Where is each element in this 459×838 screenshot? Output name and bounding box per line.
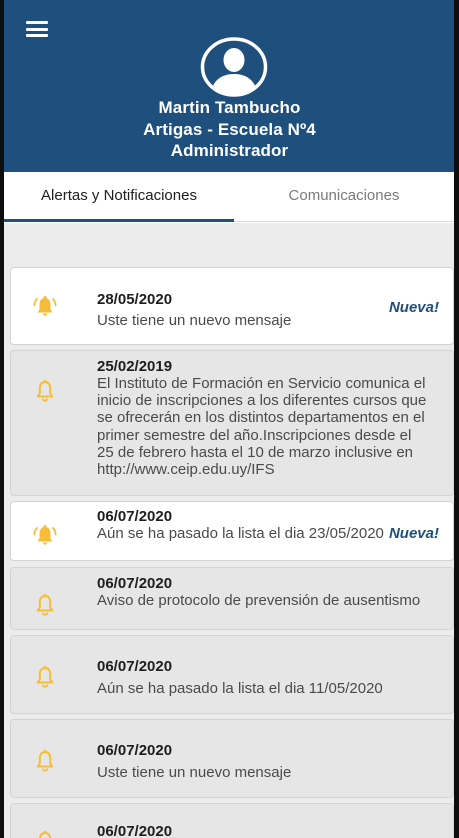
notification-item[interactable]: 06/07/2020 Aún se ha pasado la lista el … [10, 635, 454, 714]
user-name: Martin Tambucho [158, 98, 301, 117]
notification-item[interactable]: 06/07/2020 Aviso de protocolo de prevens… [10, 567, 454, 630]
notification-message: Aún se ha pasado la lista el dia 23/05/2… [97, 525, 384, 542]
notification-date: 06/07/2020 [97, 575, 173, 592]
bell-icon [36, 593, 54, 616]
notification-date: 06/07/2020 [97, 742, 173, 759]
notification-message: Aún se ha pasado la lista el dia 11/05/2… [97, 680, 383, 697]
notification-date: 25/02/2019 [97, 358, 173, 375]
bell-icon [36, 665, 54, 688]
notification-item[interactable]: 06/07/2020 [10, 803, 454, 838]
notification-item[interactable]: 25/02/2019 El Instituto de Formación en … [10, 350, 454, 496]
profile-header: Martin Tambucho Artigas - Escuela Nº4 Ad… [0, 0, 459, 172]
notification-list: 28/05/2020 Uste tiene un nuevo mensaje N… [4, 223, 454, 838]
user-avatar-icon [200, 37, 268, 97]
user-school: Artigas - Escuela Nº4 [143, 120, 316, 139]
tab-alertas-notificaciones[interactable]: Alertas y Notificaciones [4, 172, 234, 221]
bell-ringing-icon [33, 525, 57, 545]
device-frame-right [454, 0, 459, 838]
bell-icon [36, 749, 54, 772]
tab-bar: Alertas y Notificaciones Comunicaciones [4, 172, 454, 222]
notification-date: 06/07/2020 [97, 658, 173, 675]
bell-icon [36, 379, 54, 402]
device-frame-left [0, 0, 4, 838]
notification-item[interactable]: 06/07/2020 Aún se ha pasado la lista el … [10, 501, 454, 561]
notification-message: El Instituto de Formación en Servicio co… [97, 375, 427, 479]
notification-message: Uste tiene un nuevo mensaje [97, 312, 292, 329]
notification-message: Aviso de protocolo de prevensión de ause… [97, 592, 421, 609]
notification-item[interactable]: 06/07/2020 Uste tiene un nuevo mensaje [10, 719, 454, 798]
bell-ringing-icon [33, 296, 57, 316]
new-badge: Nueva! [388, 525, 439, 542]
user-role: Administrador [170, 141, 289, 160]
new-badge: Nueva! [388, 299, 439, 316]
notification-date: 06/07/2020 [97, 508, 173, 525]
notification-message: Uste tiene un nuevo mensaje [97, 764, 292, 781]
active-tab-indicator [4, 219, 234, 222]
notification-item[interactable]: 28/05/2020 Uste tiene un nuevo mensaje N… [10, 267, 454, 345]
tab-comunicaciones[interactable]: Comunicaciones [234, 172, 454, 221]
hamburger-menu-icon[interactable] [26, 21, 48, 37]
bell-icon [38, 830, 52, 838]
notification-date: 28/05/2020 [97, 291, 173, 308]
notification-date: 06/07/2020 [97, 823, 173, 838]
